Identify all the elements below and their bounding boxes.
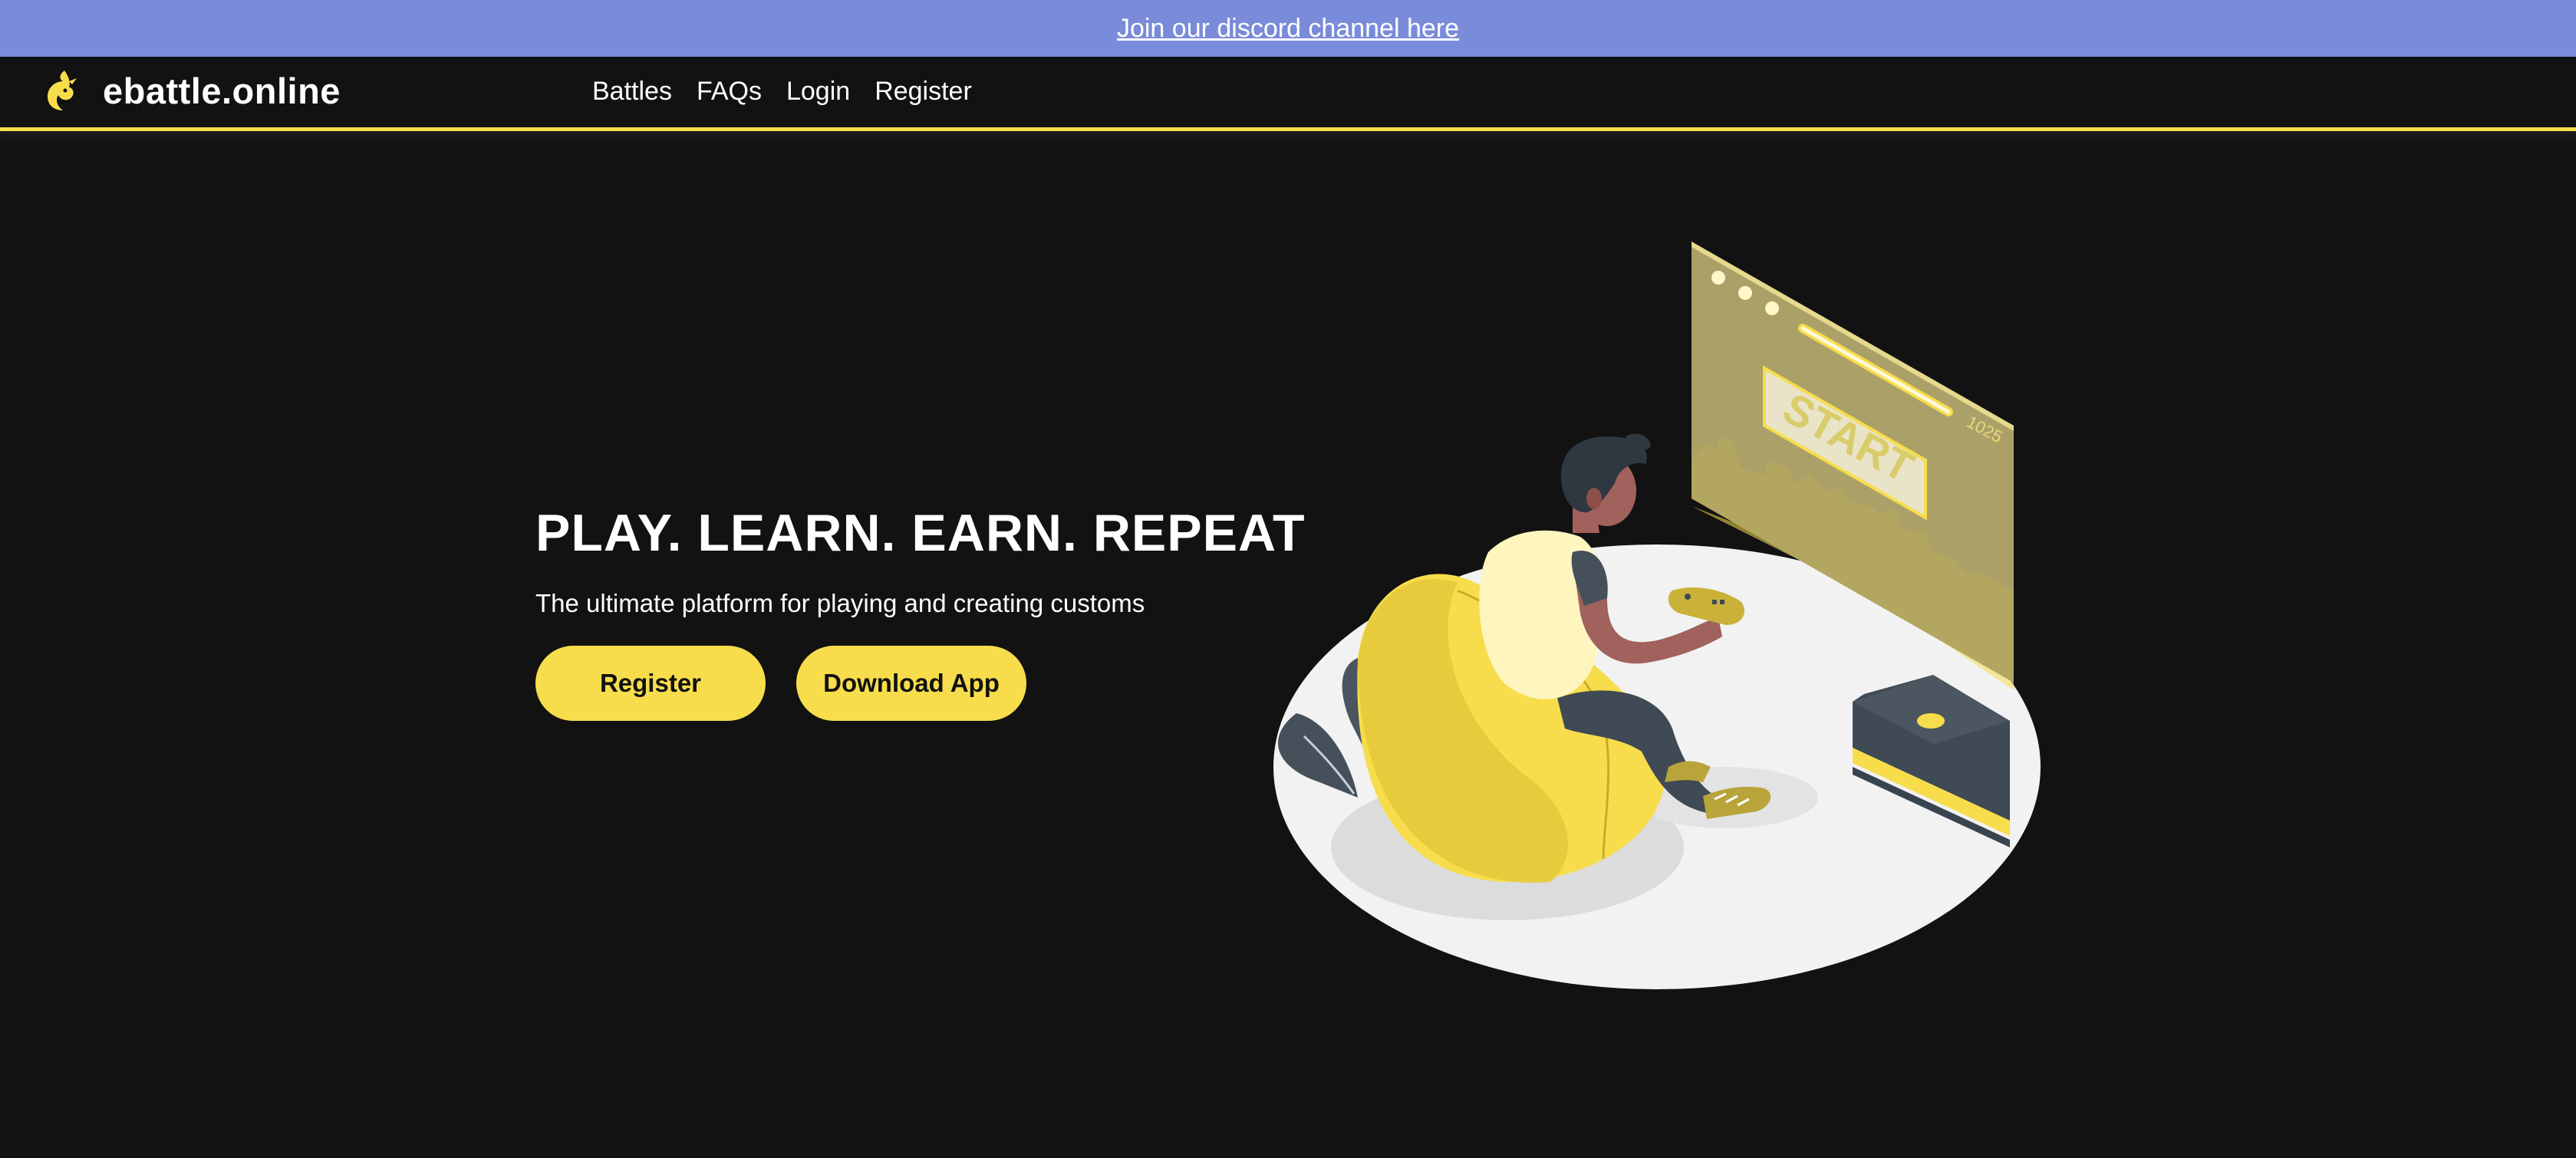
hero-subtitle: The ultimate platform for playing and cr… (535, 589, 1145, 617)
download-app-button[interactable]: Download App (796, 646, 1026, 721)
hero-title: PLAY. LEARN. EARN. REPEAT (535, 504, 1306, 562)
top-navbar: ebattle.online Battles FAQs Login Regist… (0, 57, 2576, 131)
register-button[interactable]: Register (535, 646, 766, 721)
nav-battles[interactable]: Battles (592, 77, 672, 107)
brand[interactable]: ebattle.online (41, 67, 341, 113)
brand-name: ebattle.online (103, 70, 341, 111)
logo-icon (48, 71, 77, 110)
discord-link[interactable]: Join our discord channel here (1117, 14, 1459, 44)
hero-illustration: START 1025 (1273, 242, 2041, 989)
nav-faqs[interactable]: FAQs (697, 77, 762, 107)
nav-register[interactable]: Register (875, 77, 972, 107)
main-nav: Battles FAQs Login Register (592, 77, 972, 107)
announcement-bar: Join our discord channel here (0, 0, 2576, 57)
nav-login[interactable]: Login (786, 77, 850, 107)
